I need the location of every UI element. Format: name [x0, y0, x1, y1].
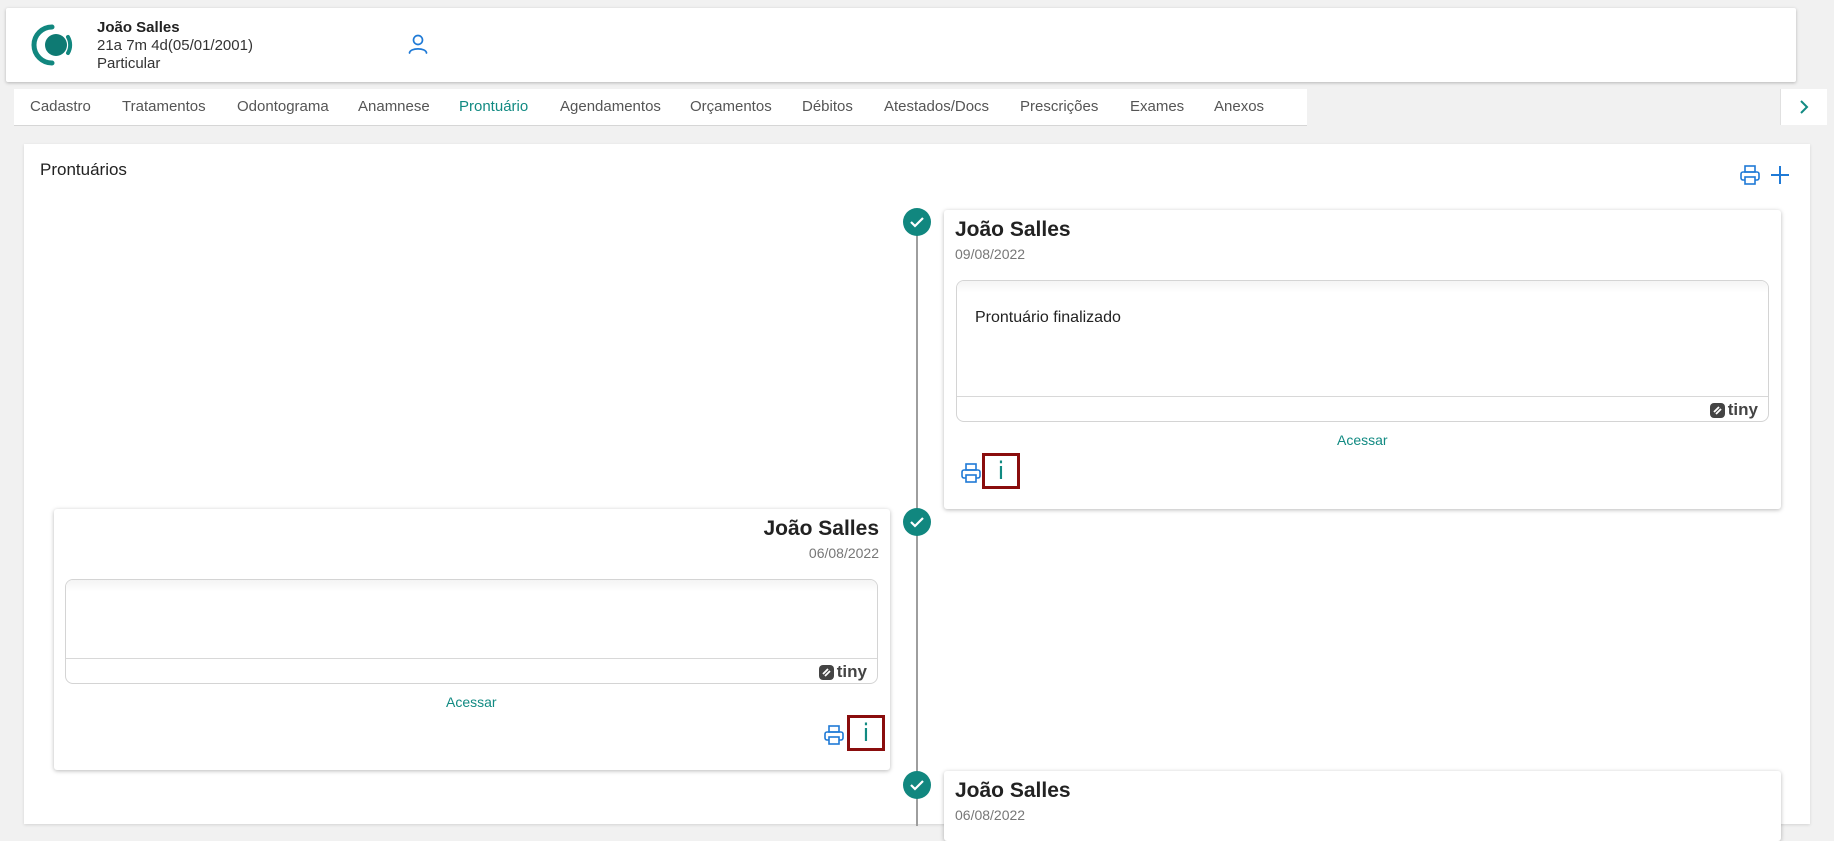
tab-atestados-docs[interactable]: Atestados/Docs: [884, 98, 989, 115]
print-all-button[interactable]: [1739, 164, 1761, 186]
check-icon: [903, 508, 931, 536]
record-author: João Salles: [955, 218, 1071, 241]
tab-orcamentos[interactable]: Orçamentos: [690, 98, 772, 115]
editor-statusbar: tiny: [66, 658, 877, 683]
tab-prescricoes[interactable]: Prescrições: [1020, 98, 1098, 115]
record-date: 09/08/2022: [955, 246, 1026, 262]
tiny-logo[interactable]: tiny: [818, 662, 867, 682]
add-record-button[interactable]: [1769, 164, 1791, 186]
tab-odontograma[interactable]: Odontograma: [237, 98, 329, 115]
print-record-button[interactable]: [960, 462, 982, 484]
tab-agendamentos[interactable]: Agendamentos: [560, 98, 661, 115]
record-card: João Salles 06/08/2022 tiny Acessar i: [54, 509, 890, 770]
editor-toolbar: [957, 281, 1768, 293]
tab-cadastro[interactable]: Cadastro: [30, 98, 91, 115]
editor-content[interactable]: Prontuário finalizado: [975, 309, 1121, 327]
editor-statusbar: tiny: [957, 396, 1768, 421]
tiny-logo[interactable]: tiny: [1709, 400, 1758, 420]
access-link[interactable]: Acessar: [1337, 432, 1388, 448]
record-date: 06/08/2022: [955, 807, 1026, 823]
tab-debitos[interactable]: Débitos: [802, 98, 853, 115]
tiny-brand-icon: [1709, 402, 1725, 418]
tab-bar: Cadastro Tratamentos Odontograma Anamnes…: [14, 89, 1307, 126]
info-button[interactable]: i: [982, 453, 1020, 489]
chevron-right-icon: [1800, 100, 1809, 114]
record-author: João Salles: [763, 517, 879, 540]
panel-title: Prontuários: [40, 160, 127, 179]
clinic-logo: [31, 24, 73, 66]
tab-anamnese[interactable]: Anamnese: [358, 98, 430, 115]
tiny-brand-label: tiny: [836, 662, 867, 681]
tab-prontuario[interactable]: Prontuário: [459, 98, 528, 115]
print-record-button[interactable]: [823, 724, 845, 746]
patient-name: João Salles: [97, 19, 180, 36]
info-button[interactable]: i: [847, 715, 885, 751]
tiny-brand-icon: [818, 664, 834, 680]
tab-exames[interactable]: Exames: [1130, 98, 1184, 115]
tab-tratamentos[interactable]: Tratamentos: [122, 98, 206, 115]
patient-age: 21a 7m 4d(05/01/2001): [97, 37, 253, 54]
record-editor[interactable]: tiny: [65, 579, 878, 684]
check-icon: [903, 208, 931, 236]
tab-anexos[interactable]: Anexos: [1214, 98, 1264, 115]
record-editor[interactable]: Prontuário finalizado tiny: [956, 280, 1769, 422]
access-link[interactable]: Acessar: [446, 694, 497, 710]
record-date: 06/08/2022: [808, 545, 879, 561]
record-card: João Salles 06/08/2022: [944, 771, 1781, 841]
user-icon[interactable]: [406, 32, 430, 56]
record-card: João Salles 09/08/2022 Prontuário finali…: [944, 210, 1781, 509]
tiny-brand-label: tiny: [1727, 400, 1758, 419]
tab-scroll-button[interactable]: [1780, 89, 1827, 125]
patient-header: João Salles 21a 7m 4d(05/01/2001) Partic…: [6, 8, 1796, 82]
record-author: João Salles: [955, 779, 1071, 802]
patient-plan: Particular: [97, 55, 161, 72]
check-icon: [903, 771, 931, 799]
editor-toolbar: [66, 580, 877, 592]
